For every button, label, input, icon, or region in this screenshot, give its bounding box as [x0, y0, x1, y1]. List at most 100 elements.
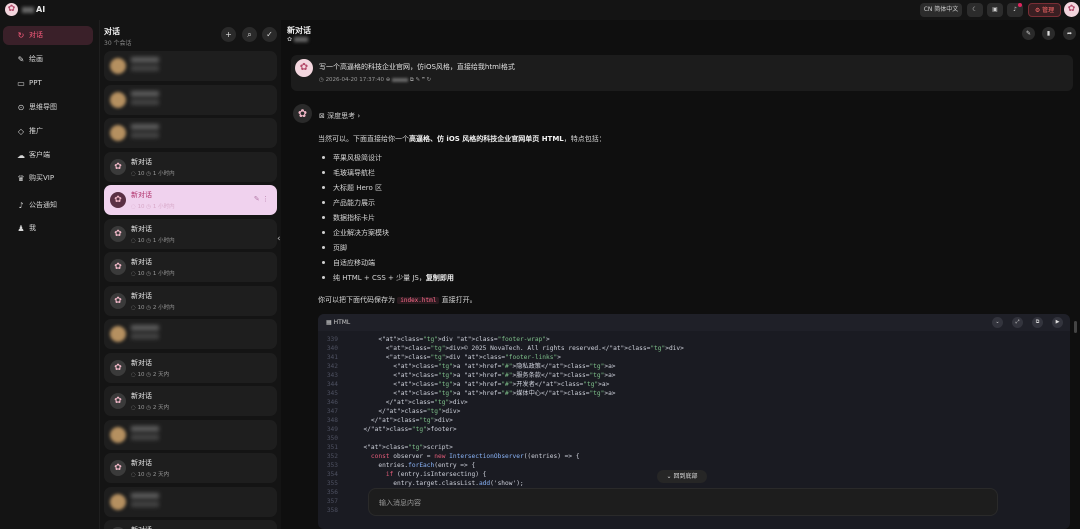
conversation-avatar: ✿ [110, 393, 126, 409]
sidebar-item-chat[interactable]: ↻ 对话 [3, 26, 93, 45]
conversation-item[interactable]: ✿ 新对话 ◌ 10 ◷ 2 天内 [104, 352, 277, 383]
conversation-item[interactable]: ✿ 新对话 ◌ 10 ◷ 2 小时内 [104, 285, 277, 316]
deep-think-toggle[interactable]: ⊠ 深度思考 › [319, 111, 360, 121]
code-text: <"at">class="tg">a "at">href="#">开发者</"a… [356, 381, 610, 388]
user-message-time: 2026-04-20 17:37:40 [325, 77, 384, 83]
sidebar-item-label: 公告通知 [29, 201, 57, 209]
batch-select-button[interactable]: ✓ [262, 27, 277, 42]
conversation-item[interactable]: ✿ 新对话 ◌ 10 ◷ 1 小时内 ✎ ⋮ [104, 185, 277, 215]
sidebar-item-bell[interactable]: ♪ 公告通知 [3, 196, 93, 215]
line-number: 358 [326, 507, 338, 514]
sidebar-item-label: 客户端 [29, 151, 50, 159]
feature-item-text: 纯 HTML + CSS + 少量 JS， [333, 274, 426, 282]
conversation-meta: ◌ 10 ◷ 2 天内 [131, 403, 169, 411]
regenerate-icon[interactable]: ↻ [427, 77, 432, 83]
ppt-icon: ▭ [17, 79, 25, 88]
clock-icon: ◷ [144, 271, 153, 277]
run-code-button[interactable]: ▶ [1052, 317, 1063, 328]
app-name-text: AI [36, 5, 46, 14]
gift-button[interactable]: ▣ [987, 3, 1003, 17]
conversation-meta: ◌ 10 ◷ 2 天内 [131, 370, 169, 378]
conversation-time: 1 小时内 [152, 204, 175, 210]
feature-item: 毛玻璃导航栏 [321, 168, 454, 183]
sidebar-item-cloud[interactable]: ☁ 客户端 [3, 146, 93, 165]
message-count: 10 [137, 170, 145, 177]
gift-icon: ▣ [992, 6, 998, 13]
sidebar-item-mindmap[interactable]: ⊙ 思维导图 [3, 98, 93, 117]
message-count: 10 [137, 204, 145, 210]
app-name: AI [22, 5, 45, 14]
sidebar-item-crown[interactable]: ♛ 购买VIP [3, 169, 93, 188]
more-icon[interactable]: ⋮ [262, 195, 269, 203]
conversation-item[interactable] [104, 319, 277, 349]
edit-title-button[interactable]: ✎ [1022, 27, 1035, 40]
conversation-avatar: ✿ [110, 460, 126, 476]
feature-item: 自适应移动端 [321, 258, 454, 273]
conversation-item[interactable] [104, 84, 277, 115]
app-root: ✿ AI CN 简体中文 ☾ ▣ ♪ ⚙ 管理 ✿ ↻ 对话 ✎ 绘画 ▭ PPT ⊙ 思维导… [0, 0, 1080, 529]
conversation-avatar: ✿ [110, 192, 126, 208]
message-count: 10 [137, 271, 145, 277]
conversation-panel: 对话 30 个会话 + ⌕ ✓ ✿ 新对话 ◌ 10 ◷ 1 小时内 ✿ 新对话 ◌ 10… [99, 20, 280, 529]
brain-icon: ⊠ [319, 112, 328, 120]
chat-icon: ↻ [17, 31, 25, 40]
message-input[interactable] [379, 497, 979, 509]
feature-item: 纯 HTML + CSS + 少量 JS，复制即用 [321, 273, 454, 288]
copy-code-button[interactable]: ⧉ [1032, 317, 1043, 328]
line-number: 343 [326, 372, 338, 379]
conversation-count: 30 个会话 [104, 40, 132, 47]
share-chat-button[interactable]: ➦ [1063, 27, 1076, 40]
language-switch-button[interactable]: CN 简体中文 [920, 3, 962, 17]
conversation-meta: ◌ 10 ◷ 1 小时内 [131, 236, 175, 244]
message-count: 10 [137, 405, 145, 411]
notification-button[interactable]: ♪ [1007, 3, 1023, 17]
conversation-item[interactable]: ✿ 新对话 ◌ 10 ◷ 2 天内 [104, 453, 277, 483]
delete-chat-button[interactable]: ▮ [1042, 27, 1055, 40]
conversation-item[interactable]: ✿ 新对话 ◌ 10 ◷ 2 天内 [104, 386, 277, 416]
conversation-item[interactable] [104, 51, 277, 81]
top-bar: ✿ AI CN 简体中文 ☾ ▣ ♪ ⚙ 管理 ✿ [0, 0, 1080, 20]
assistant-avatar: ✿ [293, 104, 312, 123]
user-avatar: ✿ [295, 59, 313, 77]
bell-icon: ♪ [1013, 6, 1017, 13]
save-filename: index.html [397, 297, 440, 304]
expand-code-button[interactable]: ⤢ [1012, 317, 1023, 328]
sidebar-item-label: PPT [29, 79, 42, 87]
logo-icon[interactable]: ✿ [5, 3, 18, 16]
search-conversation-button[interactable]: ⌕ [242, 27, 257, 42]
conversation-meta: ◌ 10 ◷ 1 小时内 [131, 202, 175, 210]
collapse-code-button[interactable]: ⌄ [992, 317, 1003, 328]
avatar[interactable]: ✿ [1064, 2, 1079, 17]
back-to-bottom-button[interactable]: ⌄ 回到底部 [657, 470, 707, 483]
sidebar-item-user[interactable]: ♟ 我 [3, 219, 93, 238]
conversation-item[interactable]: ✿新对话 [104, 520, 277, 529]
code-line: 348 </"at">class="tg">div> [318, 416, 1070, 425]
conversation-item[interactable] [104, 118, 277, 148]
share-icon: ➦ [1066, 30, 1073, 37]
sidebar-item-brush[interactable]: ✎ 绘画 [3, 50, 93, 69]
conversation-name: 新对话 [131, 525, 152, 529]
new-conversation-button[interactable]: + [221, 27, 236, 42]
admin-button[interactable]: ⚙ 管理 [1028, 3, 1061, 17]
conversation-item[interactable] [104, 486, 277, 517]
brush-icon: ✎ [17, 55, 25, 64]
user-message: ✿ 写一个高逼格的科技企业官网，仿iOS风格，直接给我html格式 ◷ 2026… [291, 55, 1073, 91]
sidebar-item-diamond[interactable]: ◇ 推广 [3, 122, 93, 141]
conversation-time: 2 天内 [152, 405, 170, 411]
conversation-item[interactable]: ✿ 新对话 ◌ 10 ◷ 1 小时内 [104, 218, 277, 249]
conversation-item[interactable]: ✿ 新对话 ◌ 10 ◷ 1 小时内 [104, 151, 277, 182]
code-line: 340 <"at">class="tg">div>© 2025 NovaTech… [318, 344, 1070, 353]
reply-intro-bold: 高逼格、仿 iOS 风格的科技企业官网单页 HTML [409, 135, 564, 143]
feature-item: 页脚 [321, 243, 454, 258]
scrollbar[interactable] [1074, 321, 1077, 333]
conversation-meta: ◌ 10 ◷ 2 小时内 [131, 303, 175, 311]
conversation-item[interactable] [104, 419, 277, 450]
conversation-name-redacted [131, 425, 159, 440]
conversation-time: 1 小时内 [152, 170, 175, 177]
theme-toggle-button[interactable]: ☾ [967, 3, 983, 17]
clock-icon: ◷ [144, 472, 153, 478]
edit-icon[interactable]: ✎ [254, 195, 262, 203]
crown-icon: ♛ [17, 174, 25, 183]
conversation-item[interactable]: ✿ 新对话 ◌ 10 ◷ 1 小时内 [104, 252, 277, 282]
sidebar-item-ppt[interactable]: ▭ PPT [3, 74, 93, 93]
